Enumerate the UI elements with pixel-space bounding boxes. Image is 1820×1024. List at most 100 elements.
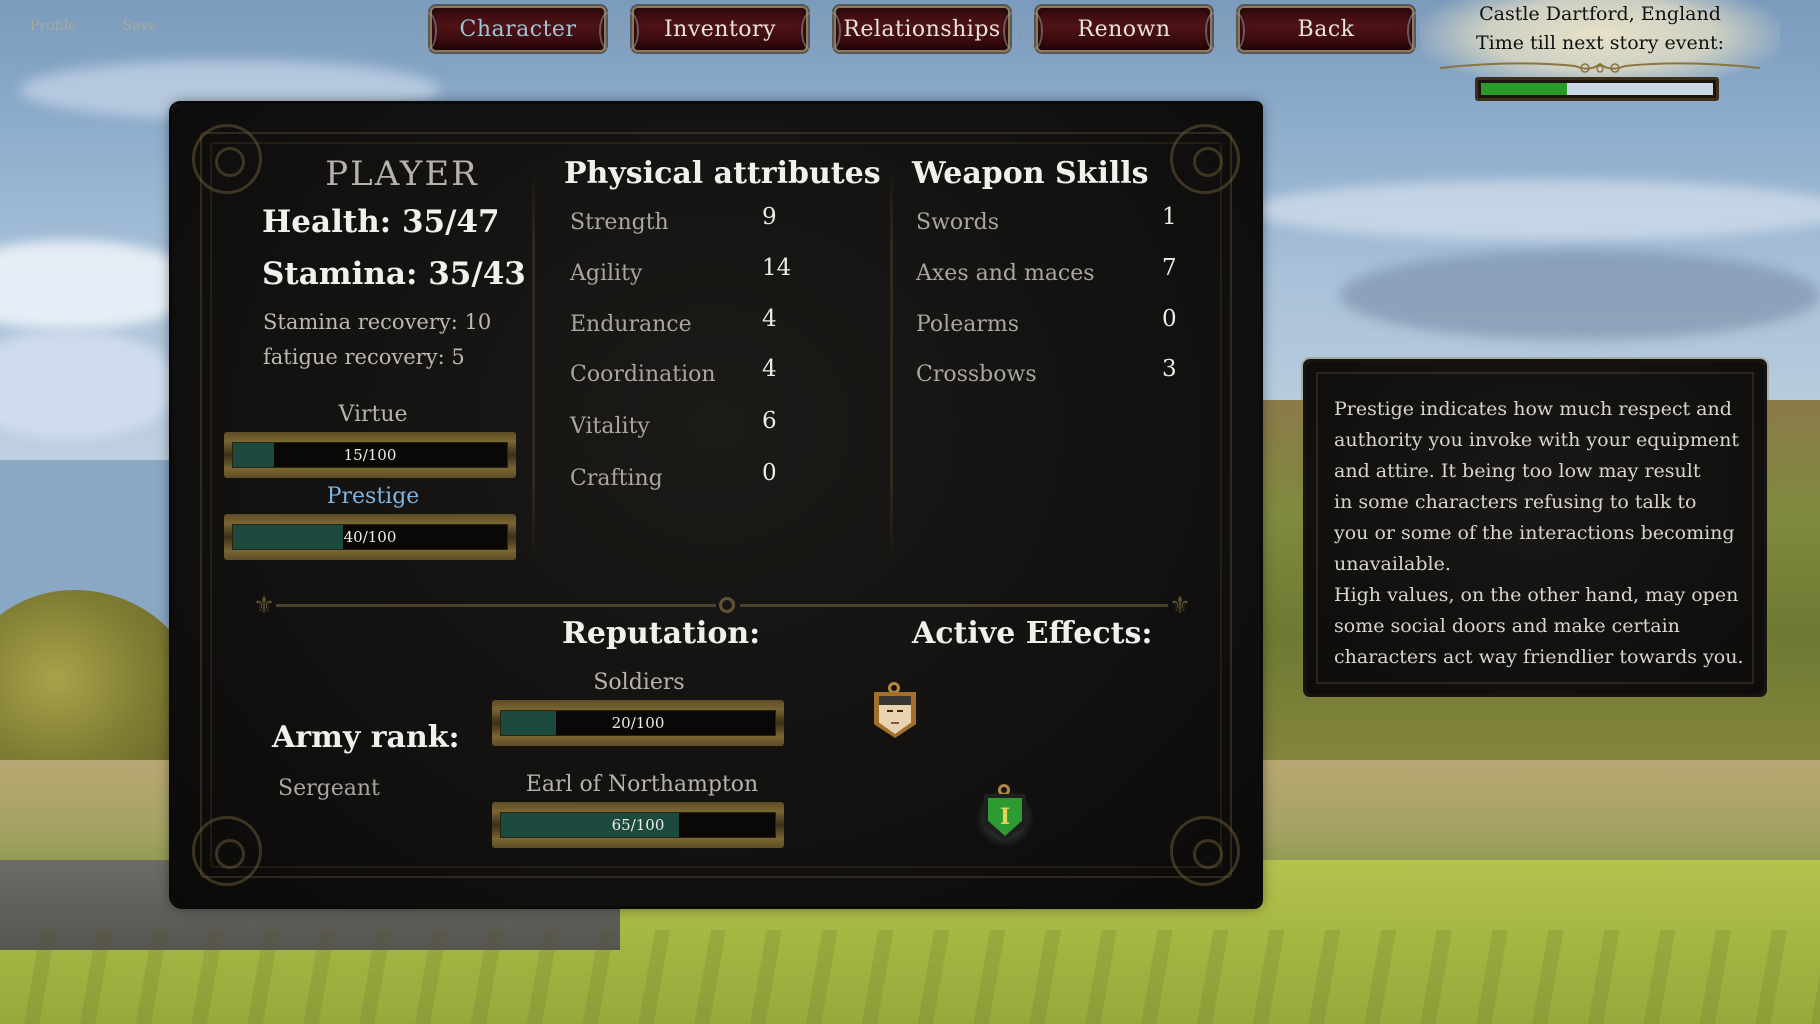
weapon-skill-value: 7: [1162, 255, 1177, 281]
weapon-skill-name: Axes and maces: [916, 261, 1095, 286]
attribute-row[interactable]: Endurance 4: [570, 306, 830, 342]
reputation-track: 20/100: [500, 710, 776, 736]
hair: [879, 696, 911, 705]
weapon-skill-name: Swords: [916, 210, 1000, 235]
cloud: [1340, 250, 1820, 340]
attribute-row[interactable]: Coordination 4: [570, 356, 830, 392]
virtue-meter[interactable]: 15/100: [224, 432, 516, 478]
back-button[interactable]: Back: [1227, 6, 1425, 52]
attribute-value: 4: [762, 356, 777, 382]
corner-ornament-icon: [192, 124, 262, 194]
eye: [887, 710, 893, 712]
attribute-name: Strength: [570, 210, 669, 235]
column-separator: [890, 164, 893, 564]
reputation-soldiers-label: Soldiers: [593, 670, 685, 695]
save-link[interactable]: Save: [123, 18, 157, 34]
tab-label: Renown: [1077, 16, 1171, 42]
player-title: PLAYER: [325, 154, 479, 194]
weapon-skill-row[interactable]: Polearms 0: [916, 306, 1196, 342]
fleur-de-lis-icon: ⚜: [253, 591, 275, 619]
divider-rule: [740, 604, 1168, 607]
virtue-value: 15/100: [343, 446, 397, 464]
location-name: Castle Dartford, England: [1479, 3, 1721, 25]
grass-texture: [0, 930, 1820, 1024]
reputation-value: 65/100: [611, 816, 665, 834]
fatigue-recovery-stat: fatigue recovery: 5: [263, 345, 465, 369]
weapon-skill-name: Crossbows: [916, 362, 1037, 387]
story-progress-track: [1481, 83, 1713, 95]
reputation-value: 20/100: [611, 714, 665, 732]
prestige-track: 40/100: [232, 524, 508, 550]
attribute-name: Endurance: [570, 312, 692, 337]
column-separator: [532, 164, 535, 564]
virtue-label[interactable]: Virtue: [228, 402, 518, 427]
prestige-meter[interactable]: 40/100: [224, 514, 516, 560]
weapon-skill-value: 3: [1162, 356, 1177, 382]
effect-badge: [874, 692, 916, 738]
eye: [897, 710, 903, 712]
attribute-value: 0: [762, 460, 777, 486]
stamina-stat: Stamina: 35/43: [262, 256, 526, 292]
cloud: [1250, 180, 1820, 240]
tab-label: Character: [459, 16, 577, 42]
attribute-value: 6: [762, 408, 777, 434]
portrait-face-icon[interactable]: [874, 682, 916, 738]
reputation-track: 65/100: [500, 812, 776, 838]
reputation-earl-meter[interactable]: 65/100: [492, 802, 784, 848]
top-left-menu: Profile Save: [30, 18, 157, 34]
weapon-skill-name: Polearms: [916, 312, 1019, 337]
attribute-value: 4: [762, 306, 777, 332]
reputation-soldiers-meter[interactable]: 20/100: [492, 700, 784, 746]
tab-label: Relationships: [843, 16, 1001, 42]
effect-badge: I: [984, 794, 1026, 840]
stamina-recovery-stat: Stamina recovery: 10: [263, 310, 492, 334]
divider-rule: [276, 604, 716, 607]
attribute-row[interactable]: Agility 14: [570, 255, 830, 291]
attribute-row[interactable]: Vitality 6: [570, 408, 830, 444]
army-rank-title: Army rank:: [272, 720, 460, 755]
weapon-skill-value: 1: [1162, 204, 1177, 230]
story-event-progress: [1475, 77, 1719, 101]
weapon-skill-row[interactable]: Axes and maces 7: [916, 255, 1196, 291]
attribute-name: Agility: [570, 261, 643, 286]
weapon-skills-title: Weapon Skills: [912, 156, 1149, 191]
mouth: [891, 722, 899, 724]
attribute-row[interactable]: Crafting 0: [570, 460, 830, 496]
corner-ornament-icon: [192, 816, 262, 886]
physical-attributes-title: Physical attributes: [564, 156, 881, 191]
tab-character[interactable]: Character: [419, 6, 617, 52]
tab-renown[interactable]: Renown: [1025, 6, 1223, 52]
virtue-track: 15/100: [232, 442, 508, 468]
face: [879, 696, 911, 734]
tab-label: Back: [1297, 16, 1355, 42]
tab-label: Inventory: [663, 16, 776, 42]
scroll-ornament-icon: [1439, 62, 1761, 73]
main-nav: Character Inventory Relationships Renown…: [419, 6, 1425, 52]
attribute-value: 9: [762, 204, 777, 230]
weapon-skill-row[interactable]: Crossbows 3: [916, 356, 1196, 392]
active-effects-title: Active Effects:: [912, 616, 1153, 651]
profile-link[interactable]: Profile: [30, 18, 77, 34]
tab-relationships[interactable]: Relationships: [823, 6, 1021, 52]
attribute-name: Coordination: [570, 362, 716, 387]
divider-ring-icon: [719, 597, 735, 613]
reputation-earl-label: Earl of Northampton: [525, 772, 759, 797]
weapon-skill-row[interactable]: Swords 1: [916, 204, 1196, 240]
fleur-de-lis-icon: ⚜: [1169, 591, 1191, 619]
green-shield-icon[interactable]: I: [976, 784, 1034, 848]
weapon-skill-value: 0: [1162, 306, 1177, 332]
corner-ornament-icon: [1170, 816, 1240, 886]
story-timer-label: Time till next story event:: [1475, 32, 1724, 54]
attribute-row[interactable]: Strength 9: [570, 204, 830, 240]
prestige-tooltip: Prestige indicates how much respect and …: [1306, 362, 1764, 694]
location-panel: Castle Dartford, England Time till next …: [1420, 0, 1780, 110]
attribute-value: 14: [762, 255, 792, 281]
tab-inventory[interactable]: Inventory: [621, 6, 819, 52]
corner-ornament-icon: [1170, 124, 1240, 194]
attribute-name: Vitality: [570, 414, 650, 439]
shield-glyph: I: [988, 798, 1022, 836]
tooltip-text: Prestige indicates how much respect and …: [1334, 398, 1744, 668]
army-rank-value: Sergeant: [278, 776, 380, 801]
prestige-label[interactable]: Prestige: [228, 484, 518, 509]
attribute-name: Crafting: [570, 466, 663, 491]
